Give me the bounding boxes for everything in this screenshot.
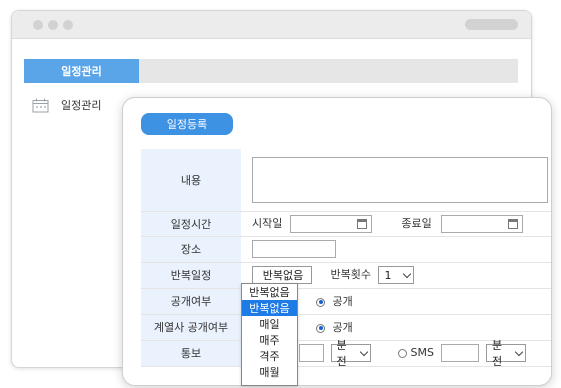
chevron-down-icon: [403, 269, 412, 278]
window-dot-icon: [63, 20, 73, 30]
sms-label: SMS: [410, 346, 434, 359]
window-titlebar: [12, 11, 531, 39]
public-option-label: 공개: [332, 295, 353, 308]
notify-minutes-input[interactable]: [299, 344, 324, 362]
start-date-label: 시작일: [252, 216, 283, 230]
notify-label: 통보: [141, 340, 241, 367]
schedule-time-label: 일정시간: [141, 211, 241, 237]
place-label: 장소: [141, 236, 241, 263]
chevron-down-icon: [514, 347, 524, 356]
window-dot-icon: [48, 20, 58, 30]
menu-item-schedule-management[interactable]: 일정관리: [32, 97, 101, 113]
end-date-label: 종료일: [401, 216, 432, 230]
form-row-place: 장소: [141, 236, 551, 263]
dropdown-option-weekly[interactable]: 매주: [242, 332, 297, 348]
menu-item-label: 일정관리: [61, 99, 102, 112]
dropdown-option-biweekly[interactable]: 격주: [242, 348, 297, 364]
dropdown-option-no-repeat[interactable]: 반복없음: [242, 300, 297, 316]
content-textarea[interactable]: [252, 156, 548, 203]
form-row-schedule-time: 일정시간 시작일 종료일: [141, 211, 551, 237]
notify-unit-value: 분전: [336, 339, 347, 368]
affiliate-public-radio[interactable]: [316, 323, 325, 333]
dropdown-option-no-repeat-header[interactable]: 반복없음: [242, 284, 297, 300]
form-row-repeat: 반복일정 반복없음 반복횟수 1: [141, 262, 551, 289]
repeat-count-label: 반복횟수: [330, 268, 371, 281]
notify-unit-select[interactable]: 분전: [330, 339, 371, 368]
public-label: 공개여부: [141, 288, 241, 315]
sms-unit-select[interactable]: 분전: [485, 339, 526, 368]
window-pill-icon: [465, 19, 518, 30]
calendar-icon: [32, 98, 49, 113]
repeat-select[interactable]: 반복없음: [252, 266, 312, 284]
start-date-input[interactable]: [289, 214, 372, 233]
public-radio[interactable]: [316, 297, 325, 307]
window-dot-icon: [33, 20, 43, 30]
content-label: 내용: [141, 149, 241, 212]
form-row-public: 공개여부 공개: [141, 288, 551, 315]
dialog-title-badge: 일정등록: [141, 113, 233, 135]
form-row-content: 내용: [141, 149, 551, 212]
repeat-label: 반복일정: [141, 262, 241, 289]
affiliate-public-label: 계열사 공개여부: [141, 314, 241, 341]
sms-minutes-input[interactable]: [441, 344, 480, 362]
sms-radio[interactable]: [398, 348, 407, 358]
form-row-notify: 통보 분전 SMS 분전: [141, 339, 551, 368]
repeat-select-value: 반복없음: [262, 269, 304, 282]
repeat-count-select[interactable]: 1: [378, 266, 415, 284]
schedule-register-dialog: 일정등록 내용 일정시간 시작일 종료일 장소 반복일정 반복없음 반복횟수 1…: [122, 97, 552, 386]
repeat-count-value: 1: [384, 268, 392, 282]
schedule-form: 내용 일정시간 시작일 종료일 장소 반복일정 반복없음 반복횟수 1 공개여부…: [141, 149, 551, 368]
dropdown-option-monthly[interactable]: 매월: [242, 364, 297, 380]
sms-unit-value: 분전: [491, 339, 503, 368]
chevron-down-icon: [359, 347, 368, 356]
dropdown-option-daily[interactable]: 매일: [242, 316, 297, 332]
calendar-icon[interactable]: [508, 218, 519, 229]
end-date-input[interactable]: [441, 214, 524, 233]
back-tab-bar: 일정관리: [24, 59, 518, 83]
tab-schedule-management[interactable]: 일정관리: [24, 59, 139, 83]
repeat-dropdown-list: 반복없음 반복없음 매일 매주 격주 매월: [241, 283, 298, 386]
affiliate-public-option-label: 공개: [332, 321, 353, 334]
place-input[interactable]: [252, 240, 336, 258]
calendar-icon[interactable]: [356, 218, 367, 229]
